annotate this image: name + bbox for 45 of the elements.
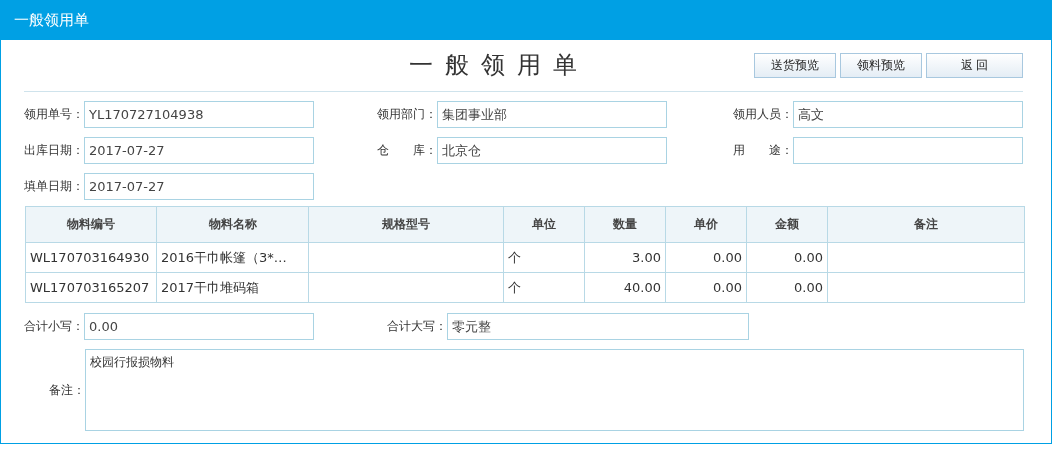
- column-header: 金额: [746, 206, 828, 243]
- input-field[interactable]: 0.00: [84, 313, 314, 340]
- input-field[interactable]: [793, 137, 1023, 164]
- preview-button[interactable]: 领料预览: [840, 53, 922, 78]
- table-cell: WL170703164930: [30, 250, 150, 265]
- column-header: 物料名称: [156, 206, 309, 243]
- back-button[interactable]: 返 回: [926, 53, 1023, 78]
- field-label: 合计大写：: [387, 318, 447, 335]
- table-cell: 3.00: [632, 250, 661, 265]
- input-field[interactable]: YL170727104938: [84, 101, 314, 128]
- input-field[interactable]: 2017-07-27: [84, 173, 314, 200]
- input-field[interactable]: 零元整: [447, 313, 749, 340]
- input-field[interactable]: 集团事业部: [437, 101, 667, 128]
- field-label: 仓 库：: [377, 142, 437, 159]
- table-cell: 个: [508, 249, 521, 265]
- remarks-field[interactable]: 校园行报损物料: [85, 349, 1024, 431]
- table-cell: 0.00: [794, 250, 823, 265]
- column-header: 数量: [584, 206, 666, 243]
- column-header: 单价: [665, 206, 747, 243]
- column-header: 规格型号: [308, 206, 504, 243]
- field-label: 领用部门：: [377, 106, 437, 123]
- field-label: 备注：: [48, 381, 85, 399]
- field-label: 填单日期：: [24, 178, 84, 195]
- field-label: 合计小写：: [24, 318, 84, 335]
- table-cell: 2016干巾帐篷（3*…: [161, 249, 287, 265]
- table-cell: 0.00: [713, 250, 742, 265]
- input-field[interactable]: 2017-07-27: [84, 137, 314, 164]
- table-cell: 2017干巾堆码箱: [161, 279, 260, 295]
- column-header: 单位: [503, 206, 585, 243]
- column-header: 物料编号: [25, 206, 157, 243]
- table-cell: 0.00: [713, 280, 742, 295]
- table-cell: 40.00: [623, 280, 661, 295]
- input-field[interactable]: 北京仓: [437, 137, 667, 164]
- field-label: 领用单号：: [24, 106, 84, 123]
- field-label: 领用人员：: [733, 106, 793, 123]
- input-field[interactable]: 高文: [793, 101, 1023, 128]
- field-label: 出库日期：: [24, 142, 84, 159]
- field-label: 用 途：: [733, 142, 793, 159]
- column-header: 备注: [827, 206, 1025, 243]
- preview-button[interactable]: 送货预览: [754, 53, 836, 78]
- table-cell: 个: [508, 279, 521, 295]
- window-title: 一般领用单: [14, 10, 89, 30]
- table-cell: WL170703165207: [30, 280, 150, 295]
- form-title: 一般领用单: [409, 50, 589, 81]
- table-cell: 0.00: [794, 280, 823, 295]
